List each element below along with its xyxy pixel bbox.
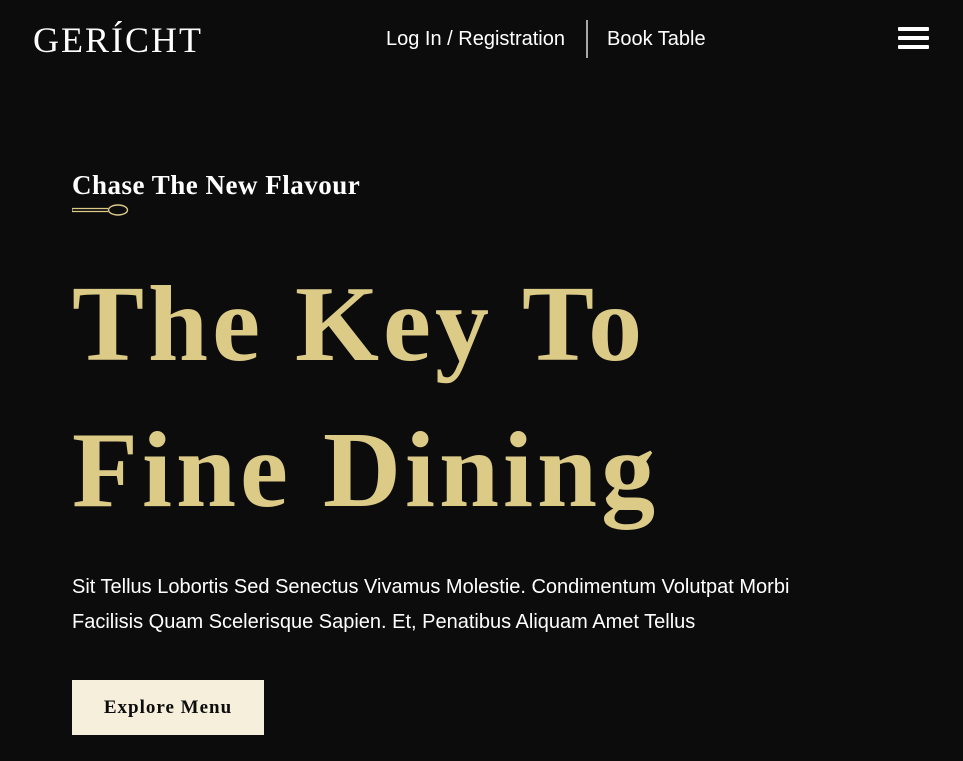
nav-divider: [586, 20, 588, 58]
book-table-link[interactable]: Book Table: [607, 20, 706, 58]
nav-links: Log In / Registration Book Table: [386, 20, 706, 58]
description-line-1: Sit Tellus Lobortis Sed Senectus Vivamus…: [72, 576, 790, 598]
hero-description: Sit Tellus Lobortis Sed Senectus Vivamus…: [72, 570, 892, 640]
headline-line-1: The Key To: [72, 265, 647, 384]
hamburger-bar: [898, 45, 929, 49]
hamburger-menu-icon[interactable]: [898, 27, 929, 50]
spoon-icon: [72, 204, 129, 216]
brand-logo[interactable]: GERÍCHT: [33, 20, 203, 60]
navbar: GERÍCHT Log In / Registration Book Table: [0, 0, 963, 78]
hero-subtitle: Chase The New Flavour: [72, 170, 361, 200]
hamburger-bar: [898, 36, 929, 40]
explore-menu-button[interactable]: Explore Menu: [72, 680, 264, 735]
headline-line-2: Fine Dining: [72, 411, 660, 530]
description-line-2: Facilisis Quam Scelerisque Sapien. Et, P…: [72, 611, 696, 633]
hero-headline: The Key To Fine Dining: [72, 252, 659, 544]
login-registration-link[interactable]: Log In / Registration: [386, 20, 565, 58]
hamburger-bar: [898, 27, 929, 31]
